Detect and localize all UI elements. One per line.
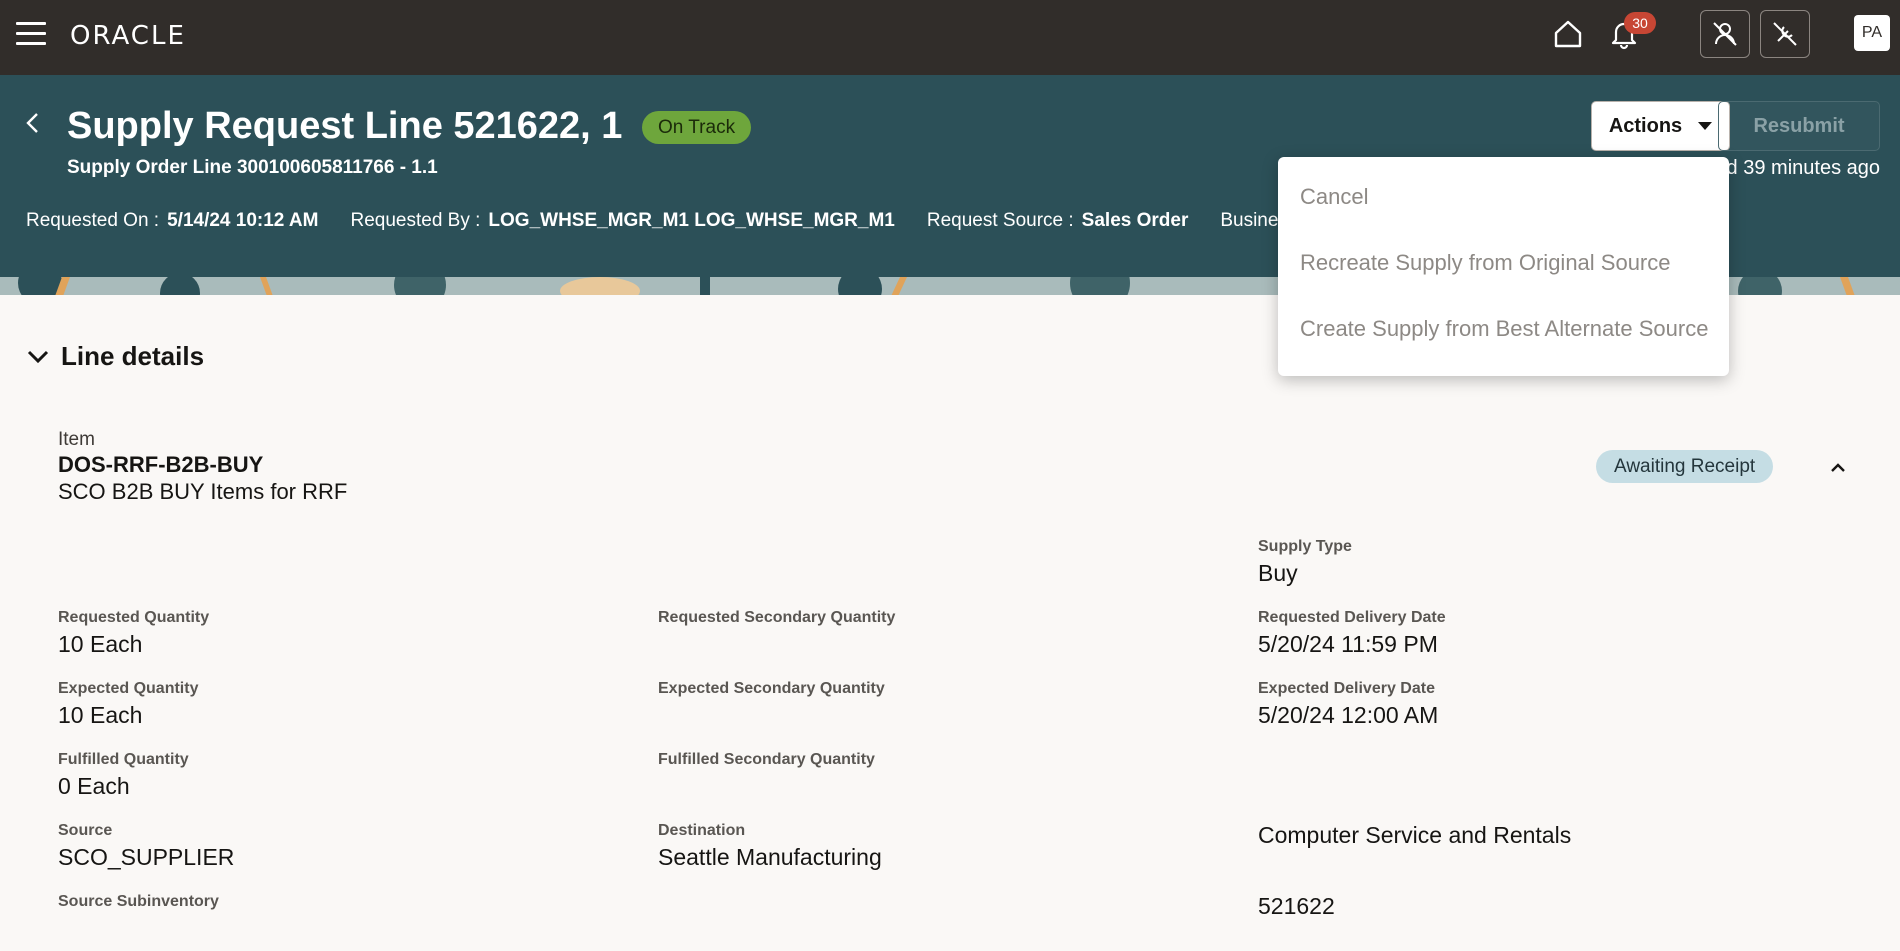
requested-delivery-date-value: 5/20/24 11:59 PM	[1258, 631, 1438, 657]
status-badge: On Track	[642, 111, 752, 144]
page-subtitle: Supply Order Line 300100605811766 - 1.1	[67, 157, 438, 178]
home-icon[interactable]	[1548, 14, 1588, 54]
expected-delivery-date-field: Expected Delivery Date 5/20/24 12:00 AM	[1258, 680, 1438, 729]
destination-value: Seattle Manufacturing	[658, 844, 882, 870]
order-number-value: 521622	[1258, 893, 1335, 919]
fulfilled-quantity-field: Fulfilled Quantity 0 Each	[58, 751, 189, 800]
expected-delivery-date-value: 5/20/24 12:00 AM	[1258, 702, 1439, 728]
destination-label: Destination	[658, 822, 746, 839]
last-updated-text: ed 39 minutes ago	[1715, 157, 1880, 179]
source-subinventory-label: Source Subinventory	[58, 893, 219, 910]
supply-type-field: Supply Type Buy	[1258, 538, 1352, 587]
requested-by-label: Requested By :	[350, 210, 481, 231]
fulfilled-secondary-quantity-label: Fulfilled Secondary Quantity	[658, 751, 875, 768]
requested-delivery-date-label: Requested Delivery Date	[1258, 609, 1446, 626]
item-label: Item	[58, 429, 95, 450]
section-title: Line details	[61, 341, 205, 371]
user-avatar[interactable]: PA	[1854, 15, 1890, 51]
fulfilled-secondary-quantity-field: Fulfilled Secondary Quantity	[658, 751, 875, 773]
business-unit-value: Computer Service and Rentals	[1258, 822, 1572, 848]
actions-dropdown-menu: Cancel Recreate Supply from Original Sou…	[1278, 157, 1729, 376]
back-chevron-icon[interactable]	[20, 110, 46, 136]
request-source-value: Sales Order	[1081, 210, 1189, 231]
expected-quantity-field: Expected Quantity 10 Each	[58, 680, 198, 729]
expected-delivery-date-label: Expected Delivery Date	[1258, 680, 1435, 697]
no-access-tools-icon[interactable]	[1760, 10, 1810, 58]
expected-secondary-quantity-label: Expected Secondary Quantity	[658, 680, 885, 697]
destination-field: Destination Seattle Manufacturing	[658, 822, 882, 871]
requested-on-label: Requested On :	[26, 210, 160, 231]
supply-type-label: Supply Type	[1258, 538, 1352, 555]
oracle-logo: ORACLE	[70, 21, 186, 51]
notification-count-badge: 30	[1624, 12, 1656, 34]
menu-item-create-supply-alternate[interactable]: Create Supply from Best Alternate Source	[1278, 305, 1729, 371]
requested-delivery-date-field: Requested Delivery Date 5/20/24 11:59 PM	[1258, 609, 1446, 658]
requested-on-value: 5/14/24 10:12 AM	[167, 210, 319, 231]
actions-menu-button[interactable]: Actions	[1591, 101, 1730, 151]
chevron-up-icon[interactable]	[1826, 455, 1850, 479]
expected-quantity-value: 10 Each	[58, 702, 143, 728]
fulfilled-quantity-value: 0 Each	[58, 773, 130, 799]
requested-secondary-quantity-field: Requested Secondary Quantity	[658, 609, 895, 631]
menu-item-recreate-supply[interactable]: Recreate Supply from Original Source	[1278, 239, 1729, 305]
request-source-label: Request Source :	[926, 210, 1074, 231]
source-subinventory-field: Source Subinventory	[58, 893, 219, 915]
resubmit-button[interactable]: Resubmit	[1718, 101, 1880, 151]
requested-quantity-value: 10 Each	[58, 631, 143, 657]
requested-by-value: LOG_WHSE_MGR_M1 LOG_WHSE_MGR_M1	[488, 210, 895, 231]
actions-button-label: Actions	[1608, 114, 1683, 137]
menu-item-cancel[interactable]: Cancel	[1278, 173, 1729, 239]
no-access-user-icon[interactable]	[1700, 10, 1750, 58]
expected-secondary-quantity-field: Expected Secondary Quantity	[658, 680, 885, 702]
section-collapse-chevron-icon[interactable]	[26, 344, 50, 368]
page-title: Supply Request Line 521622, 1	[67, 105, 623, 147]
source-value: SCO_SUPPLIER	[58, 844, 235, 870]
navigator-menu-icon[interactable]	[16, 22, 46, 46]
requested-secondary-quantity-label: Requested Secondary Quantity	[658, 609, 896, 626]
source-label: Source	[58, 822, 113, 839]
header-metadata: Requested On : 5/14/24 10:12 AM Requeste…	[26, 210, 1305, 232]
fulfilled-quantity-label: Fulfilled Quantity	[58, 751, 189, 768]
expected-quantity-label: Expected Quantity	[58, 680, 199, 697]
line-status-badge: Awaiting Receipt	[1596, 450, 1774, 483]
requested-quantity-label: Requested Quantity	[58, 609, 210, 626]
global-header: ORACLE 30 PA	[0, 0, 1900, 75]
source-field: Source SCO_SUPPLIER	[58, 822, 234, 871]
supply-type-value: Buy	[1258, 560, 1298, 586]
item-code: DOS-RRF-B2B-BUY	[58, 452, 264, 477]
chevron-down-icon	[1698, 122, 1713, 130]
requested-quantity-field: Requested Quantity 10 Each	[58, 609, 209, 658]
item-description: SCO B2B BUY Items for RRF	[58, 479, 348, 504]
